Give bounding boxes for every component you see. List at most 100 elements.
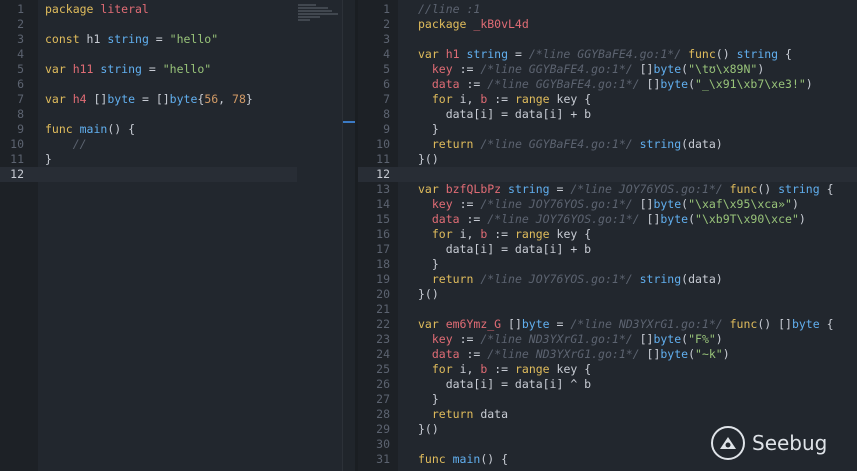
code-token: "\tʊ\x89N": [688, 62, 758, 76]
code-token: main: [79, 122, 108, 136]
code-line[interactable]: 27 }: [358, 392, 857, 407]
code-token: key: [431, 332, 453, 346]
code-token: /*line JOY76YOS.go:1*/: [480, 197, 633, 211]
code-line[interactable]: 4 var h1 string = /*line GGYBaFE4.go:1*/ …: [358, 47, 857, 62]
line-code: for i, b := range key {: [418, 362, 591, 377]
code-line[interactable]: 15 data := /*line JOY76YOS.go:1*/ []byte…: [358, 212, 857, 227]
code-token: /*line ND3YXrG1.go:1*/: [570, 317, 723, 331]
code-token: () {: [480, 452, 509, 466]
line-code: }: [418, 392, 439, 407]
code-line[interactable]: 5 var h11 string = "hello": [0, 62, 342, 77]
code-token: []: [639, 212, 661, 226]
code-line[interactable]: 26 data[i] = data[i] ^ b: [358, 377, 857, 392]
code-token: }(): [418, 287, 439, 301]
code-token: []: [639, 77, 661, 91]
line-number: 10: [376, 137, 390, 151]
code-line[interactable]: 12: [0, 167, 297, 182]
code-token: func: [418, 452, 453, 466]
right-editor-pane[interactable]: 1 //line :1 2 package _kB0vL4d 3 4 var h1 stri…: [358, 0, 857, 471]
code-line[interactable]: 3 const h1 string = "hello": [0, 32, 342, 47]
code-line[interactable]: 14 key := /*line JOY76YOS.go:1*/ []byte(…: [358, 197, 857, 212]
code-token: return: [431, 407, 474, 421]
line-number: 6: [17, 77, 24, 91]
line-code: func main() {: [418, 452, 508, 467]
code-line[interactable]: 25 for i, b := range key {: [358, 362, 857, 377]
code-line[interactable]: 1 package literal: [0, 2, 342, 17]
code-token: /*line ND3YXrG1.go:1*/: [487, 347, 640, 361]
code-line[interactable]: 3: [358, 32, 857, 47]
code-line[interactable]: 4: [0, 47, 342, 62]
code-line[interactable]: 18 }: [358, 257, 857, 272]
line-number: 13: [376, 182, 390, 196]
code-line[interactable]: 9 }: [358, 122, 857, 137]
code-token: :=: [452, 332, 481, 346]
code-token: ,: [218, 92, 233, 106]
code-token: /*line JOY76YOS.go:1*/: [487, 212, 640, 226]
code-token: byte: [660, 77, 689, 91]
line-number: 18: [376, 257, 390, 271]
code-line[interactable]: 22 var em6Ymz_G []byte = /*line ND3YXrG1.…: [358, 317, 857, 332]
code-line[interactable]: 21: [358, 302, 857, 317]
code-line[interactable]: 13 var bzfQLbPz string = /*line JOY76YOS.…: [358, 182, 857, 197]
code-line[interactable]: 19 return /*line JOY76YOS.go:1*/ string(…: [358, 272, 857, 287]
code-token: "hello": [162, 62, 212, 76]
code-line[interactable]: 28 return data: [358, 407, 857, 422]
code-token: ): [715, 332, 723, 346]
code-line[interactable]: 12: [358, 167, 857, 182]
code-line[interactable]: 6: [0, 77, 342, 92]
code-token: for: [431, 227, 453, 241]
line-number: 23: [376, 332, 390, 346]
code-line[interactable]: 23 key := /*line ND3YXrG1.go:1*/ []byte(…: [358, 332, 857, 347]
code-line[interactable]: 5 key := /*line GGYBaFE4.go:1*/ []byte("…: [358, 62, 857, 77]
code-token: byte: [791, 317, 820, 331]
code-token: /*line JOY76YOS.go:1*/: [570, 182, 723, 196]
code-line[interactable]: 8: [0, 107, 342, 122]
minimap-line: [298, 19, 310, 21]
line-code: const h1 string = "hello": [45, 32, 218, 47]
code-token: :=: [487, 227, 515, 241]
line-number: 3: [383, 32, 390, 46]
code-token: string: [466, 47, 509, 61]
code-token: for: [431, 362, 453, 376]
code-line[interactable]: 20}(): [358, 287, 857, 302]
code-token: =: [148, 32, 170, 46]
left-editor-pane[interactable]: 1 package literal 2 3 const h1 string = "hel…: [0, 0, 342, 471]
code-line[interactable]: 10 return /*line GGYBaFE4.go:1*/ string(…: [358, 137, 857, 152]
code-line[interactable]: 16 for i, b := range key {: [358, 227, 857, 242]
code-line[interactable]: 11}(): [358, 152, 857, 167]
line-code: package _kB0vL4d: [418, 17, 529, 32]
pane-divider: [342, 0, 343, 471]
code-line[interactable]: 7 for i, b := range key {: [358, 92, 857, 107]
code-token: package: [45, 2, 101, 16]
code-line[interactable]: 6 data := /*line GGYBaFE4.go:1*/ []byte(…: [358, 77, 857, 92]
code-line[interactable]: 2: [0, 17, 342, 32]
left-minimap[interactable]: [298, 4, 342, 28]
code-line[interactable]: 1 //line :1: [358, 2, 857, 17]
code-line[interactable]: 17 data[i] = data[i] + b: [358, 242, 857, 257]
line-number: 12: [376, 167, 390, 181]
code-token: ): [757, 62, 765, 76]
line-code: func main() {: [45, 122, 135, 137]
code-token: {: [819, 182, 834, 196]
code-token: :=: [459, 212, 488, 226]
code-line[interactable]: 2 package _kB0vL4d: [358, 17, 857, 32]
code-token: h1: [445, 47, 467, 61]
code-token: :=: [452, 62, 481, 76]
code-token: ): [798, 212, 806, 226]
code-line[interactable]: 11}: [0, 152, 342, 167]
code-line[interactable]: 9 func main() {: [0, 122, 342, 137]
code-token: }: [418, 257, 439, 271]
code-line[interactable]: 7 var h4 []byte = []byte{56, 78}: [0, 92, 342, 107]
code-token: }: [418, 122, 439, 136]
code-line[interactable]: 8 data[i] = data[i] + b: [358, 107, 857, 122]
code-line[interactable]: 10 //: [0, 137, 342, 152]
code-line[interactable]: 24 data := /*line ND3YXrG1.go:1*/ []byte…: [358, 347, 857, 362]
line-code: return data: [418, 407, 508, 422]
code-token: "F%": [688, 332, 716, 346]
code-token: //: [45, 137, 87, 151]
code-token: string: [778, 182, 820, 196]
